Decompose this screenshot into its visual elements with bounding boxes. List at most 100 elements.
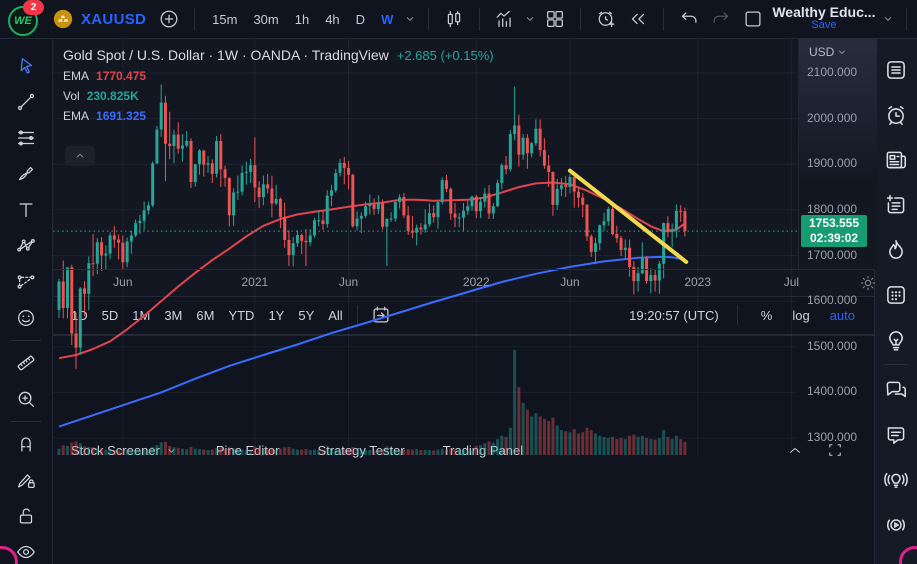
create-alert-button[interactable] — [591, 4, 621, 34]
undo-button[interactable] — [674, 4, 704, 34]
tool-ruler[interactable] — [7, 345, 45, 381]
chevron-up-icon — [73, 149, 87, 163]
chevron-down-icon — [522, 8, 538, 30]
price-axis-label: 1400.000 — [807, 384, 857, 398]
tool-zoom-in[interactable] — [7, 381, 45, 417]
layout-dropdown-chevron-icon[interactable] — [880, 11, 896, 27]
tool-prediction[interactable] — [7, 264, 45, 300]
layout-name-button[interactable]: Wealthy Educ... Save — [772, 6, 875, 32]
tool-emoji[interactable] — [7, 300, 45, 336]
zoom-in-icon — [15, 388, 37, 410]
interval-group: 15m30m1h4hDW — [205, 7, 400, 32]
price-axis-label: 2000.000 — [807, 111, 857, 125]
candles-icon — [443, 8, 465, 30]
calendar-icon — [883, 282, 909, 308]
tool-magnet[interactable] — [7, 426, 45, 462]
candlestick-series — [58, 84, 687, 369]
sidebar-messages[interactable] — [878, 412, 914, 457]
drawing-lock-icon — [15, 469, 37, 491]
top-toolbar: WE 2 XAUUSD 15m30m1h4hDW Wealthy Educ...… — [0, 0, 917, 39]
chart-main-area: Gold Spot / U.S. Dollar · 1W · OANDA · T… — [53, 39, 874, 564]
sidebar-news[interactable] — [878, 137, 914, 182]
streams-icon — [883, 512, 909, 538]
sidebar-calendar[interactable] — [878, 272, 914, 317]
sidebar-text-notes[interactable] — [878, 182, 914, 227]
redo-button[interactable] — [706, 4, 736, 34]
tradingview-app: WE 2 XAUUSD 15m30m1h4hDW Wealthy Educ...… — [0, 0, 917, 564]
drawing-toolbar — [0, 39, 53, 564]
bar-replay-button[interactable] — [623, 4, 653, 34]
time-axis-label: 2022 — [463, 275, 490, 289]
indicator-label: EMA — [63, 69, 89, 83]
sidebar-alerts[interactable] — [878, 92, 914, 137]
indicator-label: Vol — [63, 89, 80, 103]
trend-line-icon — [15, 91, 37, 113]
news-icon — [883, 147, 909, 173]
ema-lines — [59, 183, 685, 427]
axis-settings-gear-icon[interactable] — [859, 274, 877, 292]
tool-xabcd-pattern[interactable] — [7, 228, 45, 264]
price-axis[interactable]: USD 2100.0002000.0001900.0001800.0001700… — [798, 39, 877, 269]
price-axis-label: 1700.000 — [807, 248, 857, 262]
symbol-search-button[interactable]: XAUUSD — [46, 6, 152, 32]
time-axis-label: Jul — [784, 275, 799, 289]
time-axis[interactable]: Jun2021Jun2022Jun2023Jul — [53, 269, 874, 296]
save-button[interactable]: Save — [811, 19, 836, 32]
broadcast-icon — [883, 467, 909, 493]
chart-style-button[interactable] — [439, 4, 469, 34]
tool-fib-retracement[interactable] — [7, 120, 45, 156]
sidebar-hotlists[interactable] — [878, 227, 914, 272]
auto-scale-button[interactable]: auto — [825, 305, 860, 326]
interval-button-4h[interactable]: 4h — [318, 7, 346, 32]
compare-add-symbol-button[interactable] — [154, 4, 184, 34]
sidebar-divider — [884, 364, 908, 365]
account-menu-button[interactable]: WE 2 — [6, 4, 40, 34]
legend-collapse-button[interactable] — [65, 146, 95, 166]
tool-text-tool[interactable] — [7, 192, 45, 228]
interval-button-15m[interactable]: 15m — [205, 7, 244, 32]
indicator-legend-row[interactable]: Vol230.825K — [63, 89, 494, 103]
magnet-icon — [15, 433, 37, 455]
toolbar-divider — [663, 8, 664, 30]
indicator-label: EMA — [63, 109, 89, 123]
tool-cursor[interactable] — [7, 48, 45, 84]
eye-icon — [15, 541, 37, 563]
sidebar-watchlist[interactable] — [878, 47, 914, 92]
tool-eye[interactable] — [7, 534, 45, 564]
chart-pane[interactable]: Gold Spot / U.S. Dollar · 1W · OANDA · T… — [53, 39, 798, 269]
indicators-dropdown-chevron-icon[interactable] — [522, 11, 538, 27]
alerts-icon — [883, 102, 909, 128]
undo-icon — [678, 8, 700, 30]
currency-dropdown[interactable]: USD — [809, 45, 848, 59]
interval-button-1h[interactable]: 1h — [288, 7, 316, 32]
symbol-description[interactable]: Gold Spot / U.S. Dollar · 1W · OANDA · T… — [63, 47, 389, 63]
indicator-legend-row[interactable]: EMA 1691.325 — [63, 109, 494, 123]
cursor-icon — [15, 55, 37, 77]
layout-grid-icon — [544, 8, 566, 30]
sidebar-chat[interactable] — [878, 367, 914, 412]
tool-drawing-lock[interactable] — [7, 462, 45, 498]
tool-lock-all[interactable] — [7, 498, 45, 534]
tool-brush[interactable] — [7, 156, 45, 192]
sidebar-ideas[interactable] — [878, 317, 914, 362]
time-axis-label: Jun — [560, 275, 579, 289]
indicator-legend-row[interactable]: EMA1770.475 — [63, 69, 494, 83]
layout-select-button[interactable] — [738, 4, 768, 34]
interval-button-W[interactable]: W — [374, 7, 400, 32]
interval-button-D[interactable]: D — [349, 7, 372, 32]
symbol-name: XAUUSD — [81, 11, 146, 28]
indicators-button[interactable] — [490, 4, 520, 34]
messages-icon — [883, 422, 909, 448]
tool-trend-line[interactable] — [7, 84, 45, 120]
toolbar-divider — [11, 421, 41, 422]
xabcd-pattern-icon — [15, 235, 37, 257]
sidebar-streams[interactable] — [878, 502, 914, 547]
interval-dropdown-chevron-icon[interactable] — [402, 11, 418, 27]
templates-grid-button[interactable] — [540, 4, 570, 34]
indicator-value: 1691.325 — [96, 109, 146, 123]
sidebar-broadcast[interactable] — [878, 457, 914, 502]
price-axis-label: 1300.000 — [807, 430, 857, 444]
chart-legend: Gold Spot / U.S. Dollar · 1W · OANDA · T… — [63, 47, 494, 123]
price-axis-label: 1900.000 — [807, 156, 857, 170]
interval-button-30m[interactable]: 30m — [246, 7, 285, 32]
